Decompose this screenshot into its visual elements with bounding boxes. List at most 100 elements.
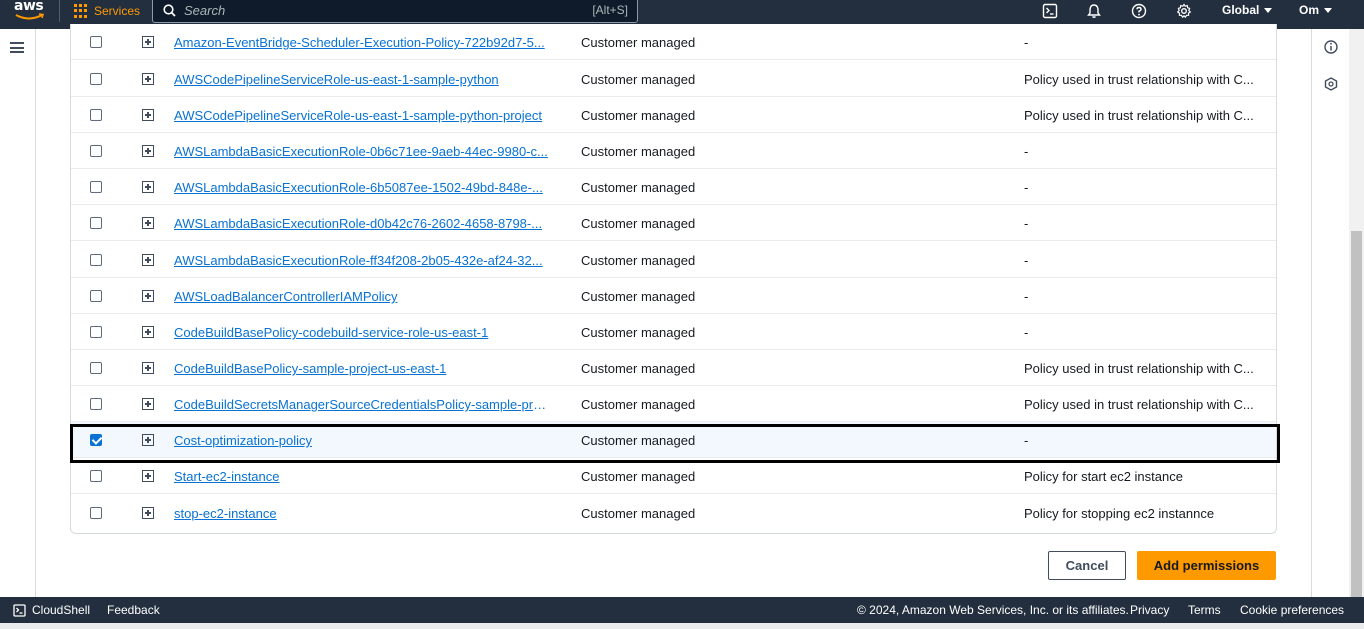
search-shortcut: [Alt+S] xyxy=(592,3,628,17)
policy-name-link[interactable]: AWSCodePipelineServiceRole-us-east-1-sam… xyxy=(174,108,549,123)
table-row[interactable]: Start-ec2-instance Customer managed Policy… xyxy=(71,458,1276,494)
policy-type: Customer managed xyxy=(581,35,696,50)
user-menu[interactable]: Om xyxy=(1299,3,1333,17)
table-row[interactable]: CodeBuildBasePolicy-sample-project-us-ea… xyxy=(71,350,1276,386)
policy-name-link[interactable]: AWSLambdaBasicExecutionRole-6b5087ee-150… xyxy=(174,180,549,195)
search-box[interactable]: [Alt+S] xyxy=(152,0,638,23)
bell-icon[interactable] xyxy=(1084,1,1104,21)
table-row[interactable]: Amazon-EventBridge-Scheduler-Execution-P… xyxy=(71,24,1276,60)
policy-type: Customer managed xyxy=(581,433,696,448)
services-label: Services xyxy=(94,4,141,18)
expand-row-icon[interactable] xyxy=(142,507,154,519)
row-checkbox[interactable] xyxy=(90,434,102,446)
expand-row-icon[interactable] xyxy=(142,181,154,193)
feedback-link[interactable]: Feedback xyxy=(107,603,160,617)
policy-name-link[interactable]: AWSLambdaBasicExecutionRole-ff34f208-2b0… xyxy=(174,253,549,268)
policy-description: - xyxy=(1024,180,1029,195)
row-checkbox[interactable] xyxy=(90,290,102,302)
policy-description: Policy used in trust relationship with C… xyxy=(1024,72,1254,87)
table-row[interactable]: AWSCodePipelineServiceRole-us-east-1-sam… xyxy=(71,97,1276,133)
aws-logo[interactable]: aws xyxy=(13,0,47,24)
expand-row-icon[interactable] xyxy=(142,398,154,410)
policy-name-link[interactable]: stop-ec2-instance xyxy=(174,506,549,521)
expand-row-icon[interactable] xyxy=(142,362,154,374)
table-row[interactable]: CodeBuildSecretsManagerSourceCredentials… xyxy=(71,386,1276,422)
policy-name-link[interactable]: Start-ec2-instance xyxy=(174,469,549,484)
help-icon[interactable] xyxy=(1129,1,1149,21)
policy-description: - xyxy=(1024,35,1029,50)
scrollbar-thumb[interactable] xyxy=(1351,231,1362,597)
nav-divider xyxy=(59,0,60,22)
policy-name-link[interactable]: AWSLambdaBasicExecutionRole-d0b42c76-260… xyxy=(174,216,549,231)
policy-name-link[interactable]: CodeBuildSecretsManagerSourceCredentials… xyxy=(174,397,549,412)
policy-name-link[interactable]: AWSLoadBalancerControllerIAMPolicy xyxy=(174,289,549,304)
expand-row-icon[interactable] xyxy=(142,434,154,446)
policy-name-link[interactable]: Amazon-EventBridge-Scheduler-Execution-P… xyxy=(174,35,549,50)
expand-row-icon[interactable] xyxy=(142,326,154,338)
expand-row-icon[interactable] xyxy=(142,73,154,85)
table-row[interactable]: stop-ec2-instance Customer managed Policy … xyxy=(71,495,1276,531)
settings-icon[interactable] xyxy=(1174,1,1194,21)
region-label: Global xyxy=(1222,3,1260,17)
expand-row-icon[interactable] xyxy=(142,109,154,121)
policy-type: Customer managed xyxy=(581,180,696,195)
add-permissions-button[interactable]: Add permissions xyxy=(1137,551,1276,580)
expand-row-icon[interactable] xyxy=(142,254,154,266)
terms-link[interactable]: Terms xyxy=(1188,603,1221,617)
policy-name-link[interactable]: Cost-optimization-policy xyxy=(174,433,549,448)
policy-type: Customer managed xyxy=(581,144,696,159)
row-checkbox[interactable] xyxy=(90,507,102,519)
aws-logo-text: aws xyxy=(14,0,44,14)
expand-row-icon[interactable] xyxy=(142,217,154,229)
row-checkbox[interactable] xyxy=(90,217,102,229)
row-checkbox[interactable] xyxy=(90,254,102,266)
row-checkbox[interactable] xyxy=(90,36,102,48)
services-menu-button[interactable]: Services xyxy=(74,0,140,22)
row-checkbox[interactable] xyxy=(90,73,102,85)
policy-description: - xyxy=(1024,289,1029,304)
scrollbar[interactable] xyxy=(1349,29,1364,597)
cloudshell-button[interactable]: CloudShell xyxy=(13,603,90,617)
region-selector[interactable]: Global xyxy=(1222,3,1273,17)
privacy-link[interactable]: Privacy xyxy=(1130,603,1169,617)
feedback-hexagon-icon[interactable] xyxy=(1324,77,1338,91)
policy-name-link[interactable]: CodeBuildBasePolicy-codebuild-service-ro… xyxy=(174,325,549,340)
policy-type: Customer managed xyxy=(581,325,696,340)
info-icon[interactable] xyxy=(1324,40,1338,54)
table-row[interactable]: AWSLambdaBasicExecutionRole-0b6c71ee-9ae… xyxy=(71,133,1276,169)
table-row[interactable]: AWSLambdaBasicExecutionRole-d0b42c76-260… xyxy=(71,205,1276,241)
user-label: Om xyxy=(1299,3,1320,17)
policy-name-link[interactable]: AWSLambdaBasicExecutionRole-0b6c71ee-9ae… xyxy=(174,144,549,159)
cookie-preferences-link[interactable]: Cookie preferences xyxy=(1240,603,1344,617)
table-row[interactable]: CodeBuildBasePolicy-codebuild-service-ro… xyxy=(71,314,1276,350)
expand-row-icon[interactable] xyxy=(142,470,154,482)
row-checkbox[interactable] xyxy=(90,362,102,374)
policy-name-link[interactable]: CodeBuildBasePolicy-sample-project-us-ea… xyxy=(174,361,549,376)
table-row[interactable]: Cost-optimization-policy Customer managed… xyxy=(71,422,1276,458)
cloudshell-icon[interactable] xyxy=(1040,1,1060,21)
policy-name-link[interactable]: AWSCodePipelineServiceRole-us-east-1-sam… xyxy=(174,72,549,87)
row-checkbox[interactable] xyxy=(90,109,102,121)
row-checkbox[interactable] xyxy=(90,181,102,193)
row-checkbox[interactable] xyxy=(90,326,102,338)
policy-description: Policy used in trust relationship with C… xyxy=(1024,397,1254,412)
table-row[interactable]: AWSLambdaBasicExecutionRole-ff34f208-2b0… xyxy=(71,242,1276,278)
policy-type: Customer managed xyxy=(581,469,696,484)
smile-icon xyxy=(15,13,44,20)
table-row[interactable]: AWSLambdaBasicExecutionRole-6b5087ee-150… xyxy=(71,169,1276,205)
table-row[interactable]: AWSLoadBalancerControllerIAMPolicy Custom… xyxy=(71,278,1276,314)
table-row[interactable]: AWSCodePipelineServiceRole-us-east-1-sam… xyxy=(71,61,1276,97)
policy-type: Customer managed xyxy=(581,289,696,304)
search-input[interactable] xyxy=(184,3,564,18)
expand-row-icon[interactable] xyxy=(142,36,154,48)
expand-row-icon[interactable] xyxy=(142,145,154,157)
row-checkbox[interactable] xyxy=(90,470,102,482)
left-rail xyxy=(0,29,36,597)
policy-description: Policy used in trust relationship with C… xyxy=(1024,108,1254,123)
policy-type: Customer managed xyxy=(581,506,696,521)
row-checkbox[interactable] xyxy=(90,145,102,157)
expand-row-icon[interactable] xyxy=(142,290,154,302)
row-checkbox[interactable] xyxy=(90,398,102,410)
menu-icon[interactable] xyxy=(10,42,24,53)
cancel-button[interactable]: Cancel xyxy=(1048,551,1126,580)
